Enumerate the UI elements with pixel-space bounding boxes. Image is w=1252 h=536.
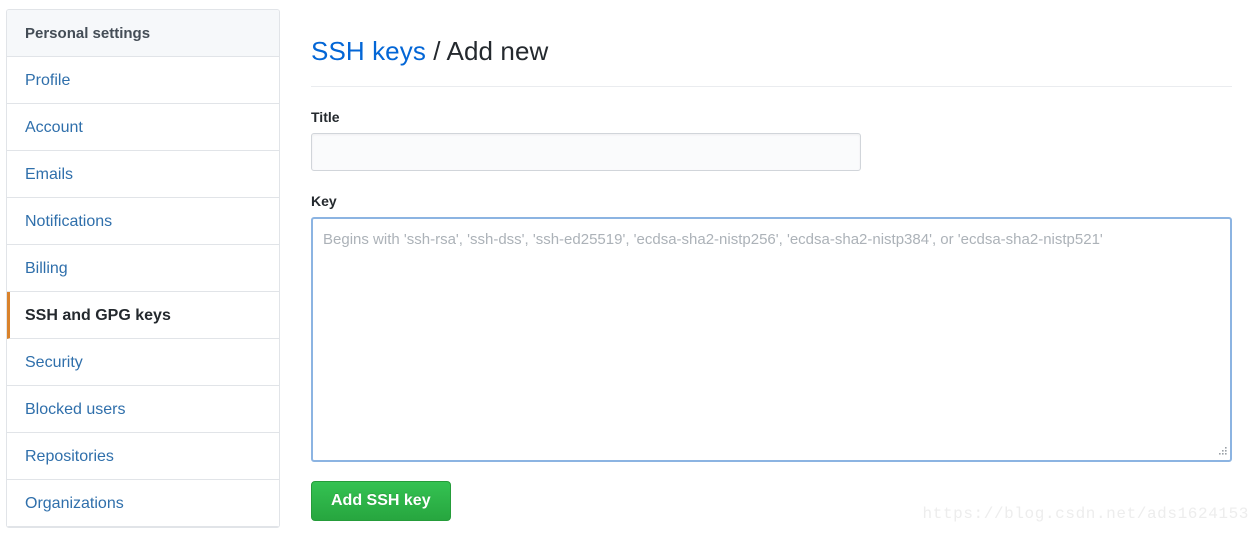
breadcrumb-separator: /	[425, 36, 447, 67]
key-textarea[interactable]	[311, 216, 1232, 462]
heading-divider	[311, 85, 1232, 87]
sidebar-item-ssh-and-gpg-keys[interactable]: SSH and GPG keys	[7, 292, 279, 339]
sidebar-item-profile[interactable]: Profile	[7, 57, 279, 104]
sidebar-item-label: Repositories	[25, 448, 114, 465]
sidebar-item-label: Notifications	[25, 213, 113, 230]
title-field-label: Title	[311, 108, 340, 125]
sidebar-item-security[interactable]: Security	[7, 339, 279, 386]
key-textarea-wrapper	[311, 216, 1232, 462]
sidebar-item-billing[interactable]: Billing	[7, 245, 279, 292]
sidebar-item-repositories[interactable]: Repositories	[7, 433, 279, 480]
key-field-label: Key	[311, 192, 337, 209]
title-input[interactable]	[311, 132, 861, 171]
watermark-text: https://blog.csdn.net/ads1624153	[922, 505, 1249, 523]
main-content: SSH keys / Add new Title Key Add SSH key	[311, 0, 1241, 536]
sidebar-item-label: SSH and GPG keys	[25, 307, 171, 324]
ssh-keys-breadcrumb-link[interactable]: SSH keys	[311, 36, 426, 66]
sidebar-item-label: Profile	[25, 72, 71, 89]
sidebar-item-label: Billing	[25, 260, 68, 277]
sidebar-item-emails[interactable]: Emails	[7, 151, 279, 198]
sidebar-item-label: Account	[25, 119, 83, 136]
page-title-current: Add new	[446, 36, 549, 67]
sidebar-item-label: Organizations	[25, 495, 124, 512]
sidebar-item-organizations[interactable]: Organizations	[7, 480, 279, 527]
sidebar-item-account[interactable]: Account	[7, 104, 279, 151]
sidebar-item-label: Security	[25, 354, 83, 371]
page-title: SSH keys / Add new	[311, 17, 1241, 68]
sidebar-item-label: Emails	[25, 166, 74, 183]
personal-settings-sidebar: Personal settings Profile Account Emails…	[6, 9, 280, 528]
sidebar-item-notifications[interactable]: Notifications	[7, 198, 279, 245]
sidebar-item-blocked-users[interactable]: Blocked users	[7, 386, 279, 433]
add-ssh-key-button[interactable]: Add SSH key	[311, 480, 451, 521]
sidebar-header: Personal settings	[7, 10, 279, 57]
sidebar-item-label: Blocked users	[25, 401, 126, 418]
